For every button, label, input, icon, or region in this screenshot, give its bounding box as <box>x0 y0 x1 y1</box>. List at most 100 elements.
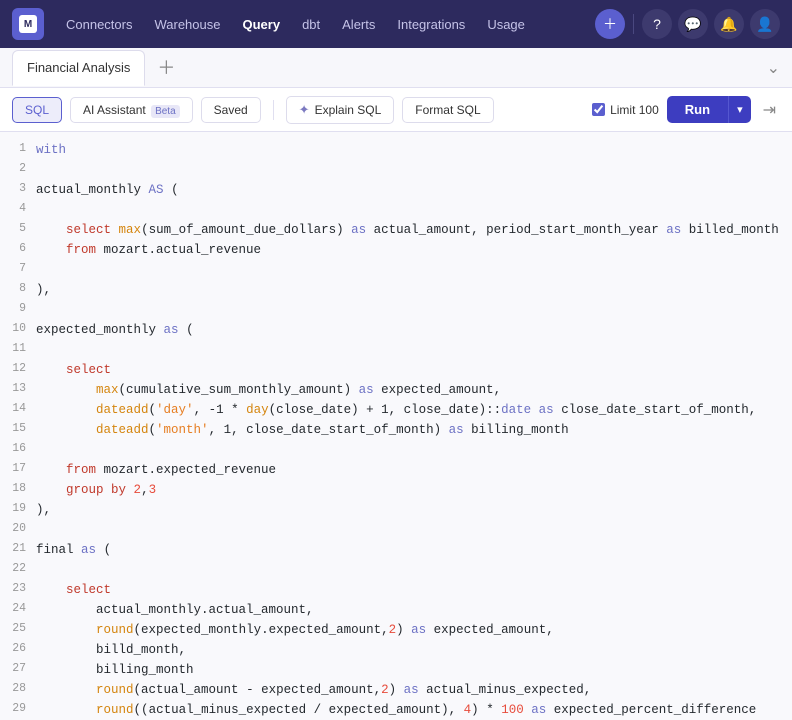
line-content: from mozart.expected_revenue <box>36 460 792 480</box>
line-number: 10 <box>0 320 36 340</box>
main-content: 1with23actual_monthly AS (45 select max(… <box>0 132 792 720</box>
line-content: actual_monthly AS ( <box>36 180 792 200</box>
line-number: 13 <box>0 380 36 400</box>
code-editor[interactable]: 1with23actual_monthly AS (45 select max(… <box>0 132 792 720</box>
code-line: 18 group by 2,3 <box>0 480 792 500</box>
nav-item-warehouse[interactable]: Warehouse <box>144 11 230 38</box>
help-button[interactable]: ? <box>642 9 672 39</box>
line-number: 16 <box>0 440 36 460</box>
chat-button[interactable]: 💬 <box>678 9 708 39</box>
line-number: 20 <box>0 520 36 540</box>
line-content <box>36 300 792 320</box>
line-content: max(cumulative_sum_monthly_amount) as ex… <box>36 380 792 400</box>
code-line: 4 <box>0 200 792 220</box>
user-button[interactable]: 👤 <box>750 9 780 39</box>
expand-editor-button[interactable]: ⇥ <box>759 96 780 124</box>
explain-sql-button[interactable]: ✦ Explain SQL <box>286 96 395 124</box>
line-number: 8 <box>0 280 36 300</box>
line-number: 23 <box>0 580 36 600</box>
ai-badge: Beta <box>151 105 180 118</box>
limit-control: Limit 100 <box>592 103 659 117</box>
line-content: ), <box>36 280 792 300</box>
toolbar: SQL AI Assistant Beta Saved ✦ Explain SQ… <box>0 88 792 132</box>
limit-label: Limit 100 <box>610 103 659 117</box>
nav-item-query[interactable]: Query <box>232 11 290 38</box>
code-line: 12 select <box>0 360 792 380</box>
notification-button[interactable]: 🔔 <box>714 9 744 39</box>
line-number: 28 <box>0 680 36 700</box>
code-line: 29 round((actual_minus_expected / expect… <box>0 700 792 720</box>
tab-financial-analysis[interactable]: Financial Analysis <box>12 50 145 86</box>
navbar: M Connectors Warehouse Query dbt Alerts … <box>0 0 792 48</box>
nav-item-integrations[interactable]: Integrations <box>387 11 475 38</box>
code-line: 7 <box>0 260 792 280</box>
line-number: 11 <box>0 340 36 360</box>
line-content: select <box>36 360 792 380</box>
line-content: billing_month <box>36 660 792 680</box>
nav-item-dbt[interactable]: dbt <box>292 11 330 38</box>
line-number: 5 <box>0 220 36 240</box>
limit-checkbox[interactable] <box>592 103 605 116</box>
code-line: 10expected_monthly as ( <box>0 320 792 340</box>
explain-label: Explain SQL <box>315 103 382 117</box>
code-line: 26 billd_month, <box>0 640 792 660</box>
line-content: actual_monthly.actual_amount, <box>36 600 792 620</box>
line-number: 1 <box>0 140 36 160</box>
code-line: 24 actual_monthly.actual_amount, <box>0 600 792 620</box>
line-content <box>36 440 792 460</box>
line-content: final as ( <box>36 540 792 560</box>
sql-tab-button[interactable]: SQL <box>12 97 62 123</box>
line-content <box>36 160 792 180</box>
line-content: dateadd('month', 1, close_date_start_of_… <box>36 420 792 440</box>
nav-item-usage[interactable]: Usage <box>477 11 535 38</box>
line-content: ), <box>36 500 792 520</box>
format-sql-button[interactable]: Format SQL <box>402 97 493 123</box>
code-line: 16 <box>0 440 792 460</box>
run-dropdown-button[interactable]: ▾ <box>728 96 751 123</box>
add-button[interactable]: ＋ <box>595 9 625 39</box>
code-line: 14 dateadd('day', -1 * day(close_date) +… <box>0 400 792 420</box>
line-content: billd_month, <box>36 640 792 660</box>
run-button-group: Run ▾ <box>667 96 751 123</box>
line-content: select <box>36 580 792 600</box>
logo-icon: M <box>19 15 37 33</box>
code-line: 11 <box>0 340 792 360</box>
explain-icon: ✦ <box>299 102 310 118</box>
logo[interactable]: M <box>12 8 44 40</box>
tab-label: Financial Analysis <box>27 60 130 75</box>
line-content: expected_monthly as ( <box>36 320 792 340</box>
run-button[interactable]: Run <box>667 96 728 123</box>
code-line: 8), <box>0 280 792 300</box>
line-content: round((actual_minus_expected / expected_… <box>36 700 792 720</box>
code-line: 22 <box>0 560 792 580</box>
line-content <box>36 520 792 540</box>
line-content: round(expected_monthly.expected_amount,2… <box>36 620 792 640</box>
code-line: 27 billing_month <box>0 660 792 680</box>
code-line: 1with <box>0 140 792 160</box>
code-line: 28 round(actual_amount - expected_amount… <box>0 680 792 700</box>
line-content <box>36 340 792 360</box>
nav-item-alerts[interactable]: Alerts <box>332 11 385 38</box>
code-line: 2 <box>0 160 792 180</box>
line-number: 15 <box>0 420 36 440</box>
code-line: 25 round(expected_monthly.expected_amoun… <box>0 620 792 640</box>
code-line: 20 <box>0 520 792 540</box>
saved-button[interactable]: Saved <box>201 97 261 123</box>
line-number: 3 <box>0 180 36 200</box>
nav-items: Connectors Warehouse Query dbt Alerts In… <box>56 11 591 38</box>
line-number: 18 <box>0 480 36 500</box>
add-tab-button[interactable]: ＋ <box>149 55 183 81</box>
line-number: 21 <box>0 540 36 560</box>
line-number: 17 <box>0 460 36 480</box>
collapse-button[interactable]: ⌄ <box>767 58 780 78</box>
ai-assistant-button[interactable]: AI Assistant Beta <box>70 97 193 123</box>
nav-item-connectors[interactable]: Connectors <box>56 11 142 38</box>
line-number: 14 <box>0 400 36 420</box>
code-line: 5 select max(sum_of_amount_due_dollars) … <box>0 220 792 240</box>
ai-label: AI Assistant <box>83 103 146 117</box>
line-number: 2 <box>0 160 36 180</box>
line-number: 7 <box>0 260 36 280</box>
line-content <box>36 200 792 220</box>
code-line: 17 from mozart.expected_revenue <box>0 460 792 480</box>
line-content: dateadd('day', -1 * day(close_date) + 1,… <box>36 400 792 420</box>
